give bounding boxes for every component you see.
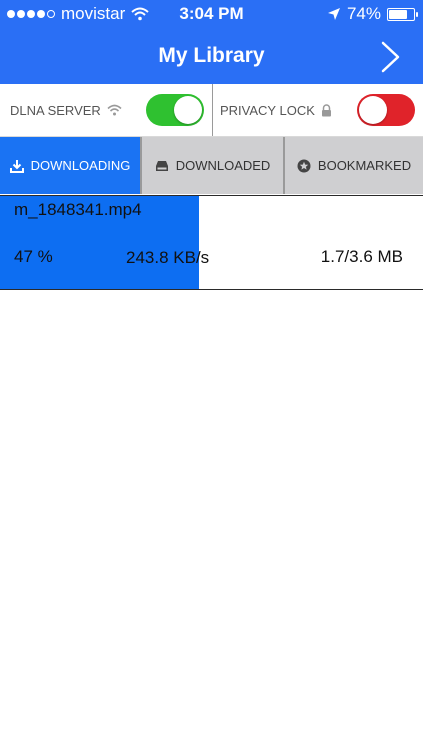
lock-icon — [321, 103, 331, 116]
download-percent: 47 % — [14, 247, 53, 266]
privacy-lock-label-group: PRIVACY LOCK — [220, 103, 332, 118]
library-tabs: DOWNLOADING DOWNLOADED BOOKMARKED — [0, 137, 423, 194]
dlna-server-label: DLNA SERVER — [10, 102, 101, 118]
tab-downloaded-label: DOWNLOADED — [175, 158, 271, 173]
tab-downloading[interactable]: DOWNLOADING — [0, 137, 140, 194]
battery-level — [389, 9, 407, 19]
download-speed: 243.8 KB/s — [126, 248, 210, 267]
dlna-server-cell: DLNA SERVER — [0, 84, 212, 136]
page-title: My Library — [158, 44, 265, 67]
toggle-row: DLNA SERVER PRIVACY LOCK — [0, 84, 423, 137]
download-filename: m_1848341.mp4 — [14, 200, 142, 219]
download-list-item[interactable]: m_1848341.mp4 47 % 243.8 KB/s 1.7/3.6 MB — [0, 195, 423, 290]
dlna-server-toggle[interactable] — [146, 94, 204, 126]
toggle-knob — [359, 96, 387, 124]
drive-icon — [155, 160, 168, 171]
star-icon — [297, 159, 311, 172]
download-size: 1.7/3.6 MB — [320, 247, 403, 266]
chevron-right-icon[interactable] — [379, 40, 403, 74]
location-arrow-icon — [327, 8, 340, 20]
status-bar: movistar 3:04 PM 74% — [0, 0, 423, 28]
tab-bookmarked-label: BOOKMARKED — [317, 158, 412, 173]
toggle-knob — [174, 96, 202, 124]
nav-bar: My Library — [0, 28, 423, 84]
tab-downloaded[interactable]: DOWNLOADED — [142, 137, 283, 194]
battery-percent: 74% — [346, 4, 381, 23]
privacy-lock-toggle[interactable] — [357, 94, 415, 126]
tab-bookmarked[interactable]: BOOKMARKED — [285, 137, 423, 194]
battery-icon — [387, 7, 418, 21]
wifi-icon — [107, 104, 122, 116]
download-icon — [9, 159, 24, 173]
top-bar: movistar 3:04 PM 74% My Library — [0, 0, 423, 84]
dlna-server-label-group: DLNA SERVER — [10, 103, 122, 118]
privacy-lock-label: PRIVACY LOCK — [220, 102, 315, 118]
privacy-lock-cell: PRIVACY LOCK — [213, 84, 423, 136]
tab-downloading-label: DOWNLOADING — [30, 158, 131, 173]
status-right: 74% — [327, 4, 418, 24]
